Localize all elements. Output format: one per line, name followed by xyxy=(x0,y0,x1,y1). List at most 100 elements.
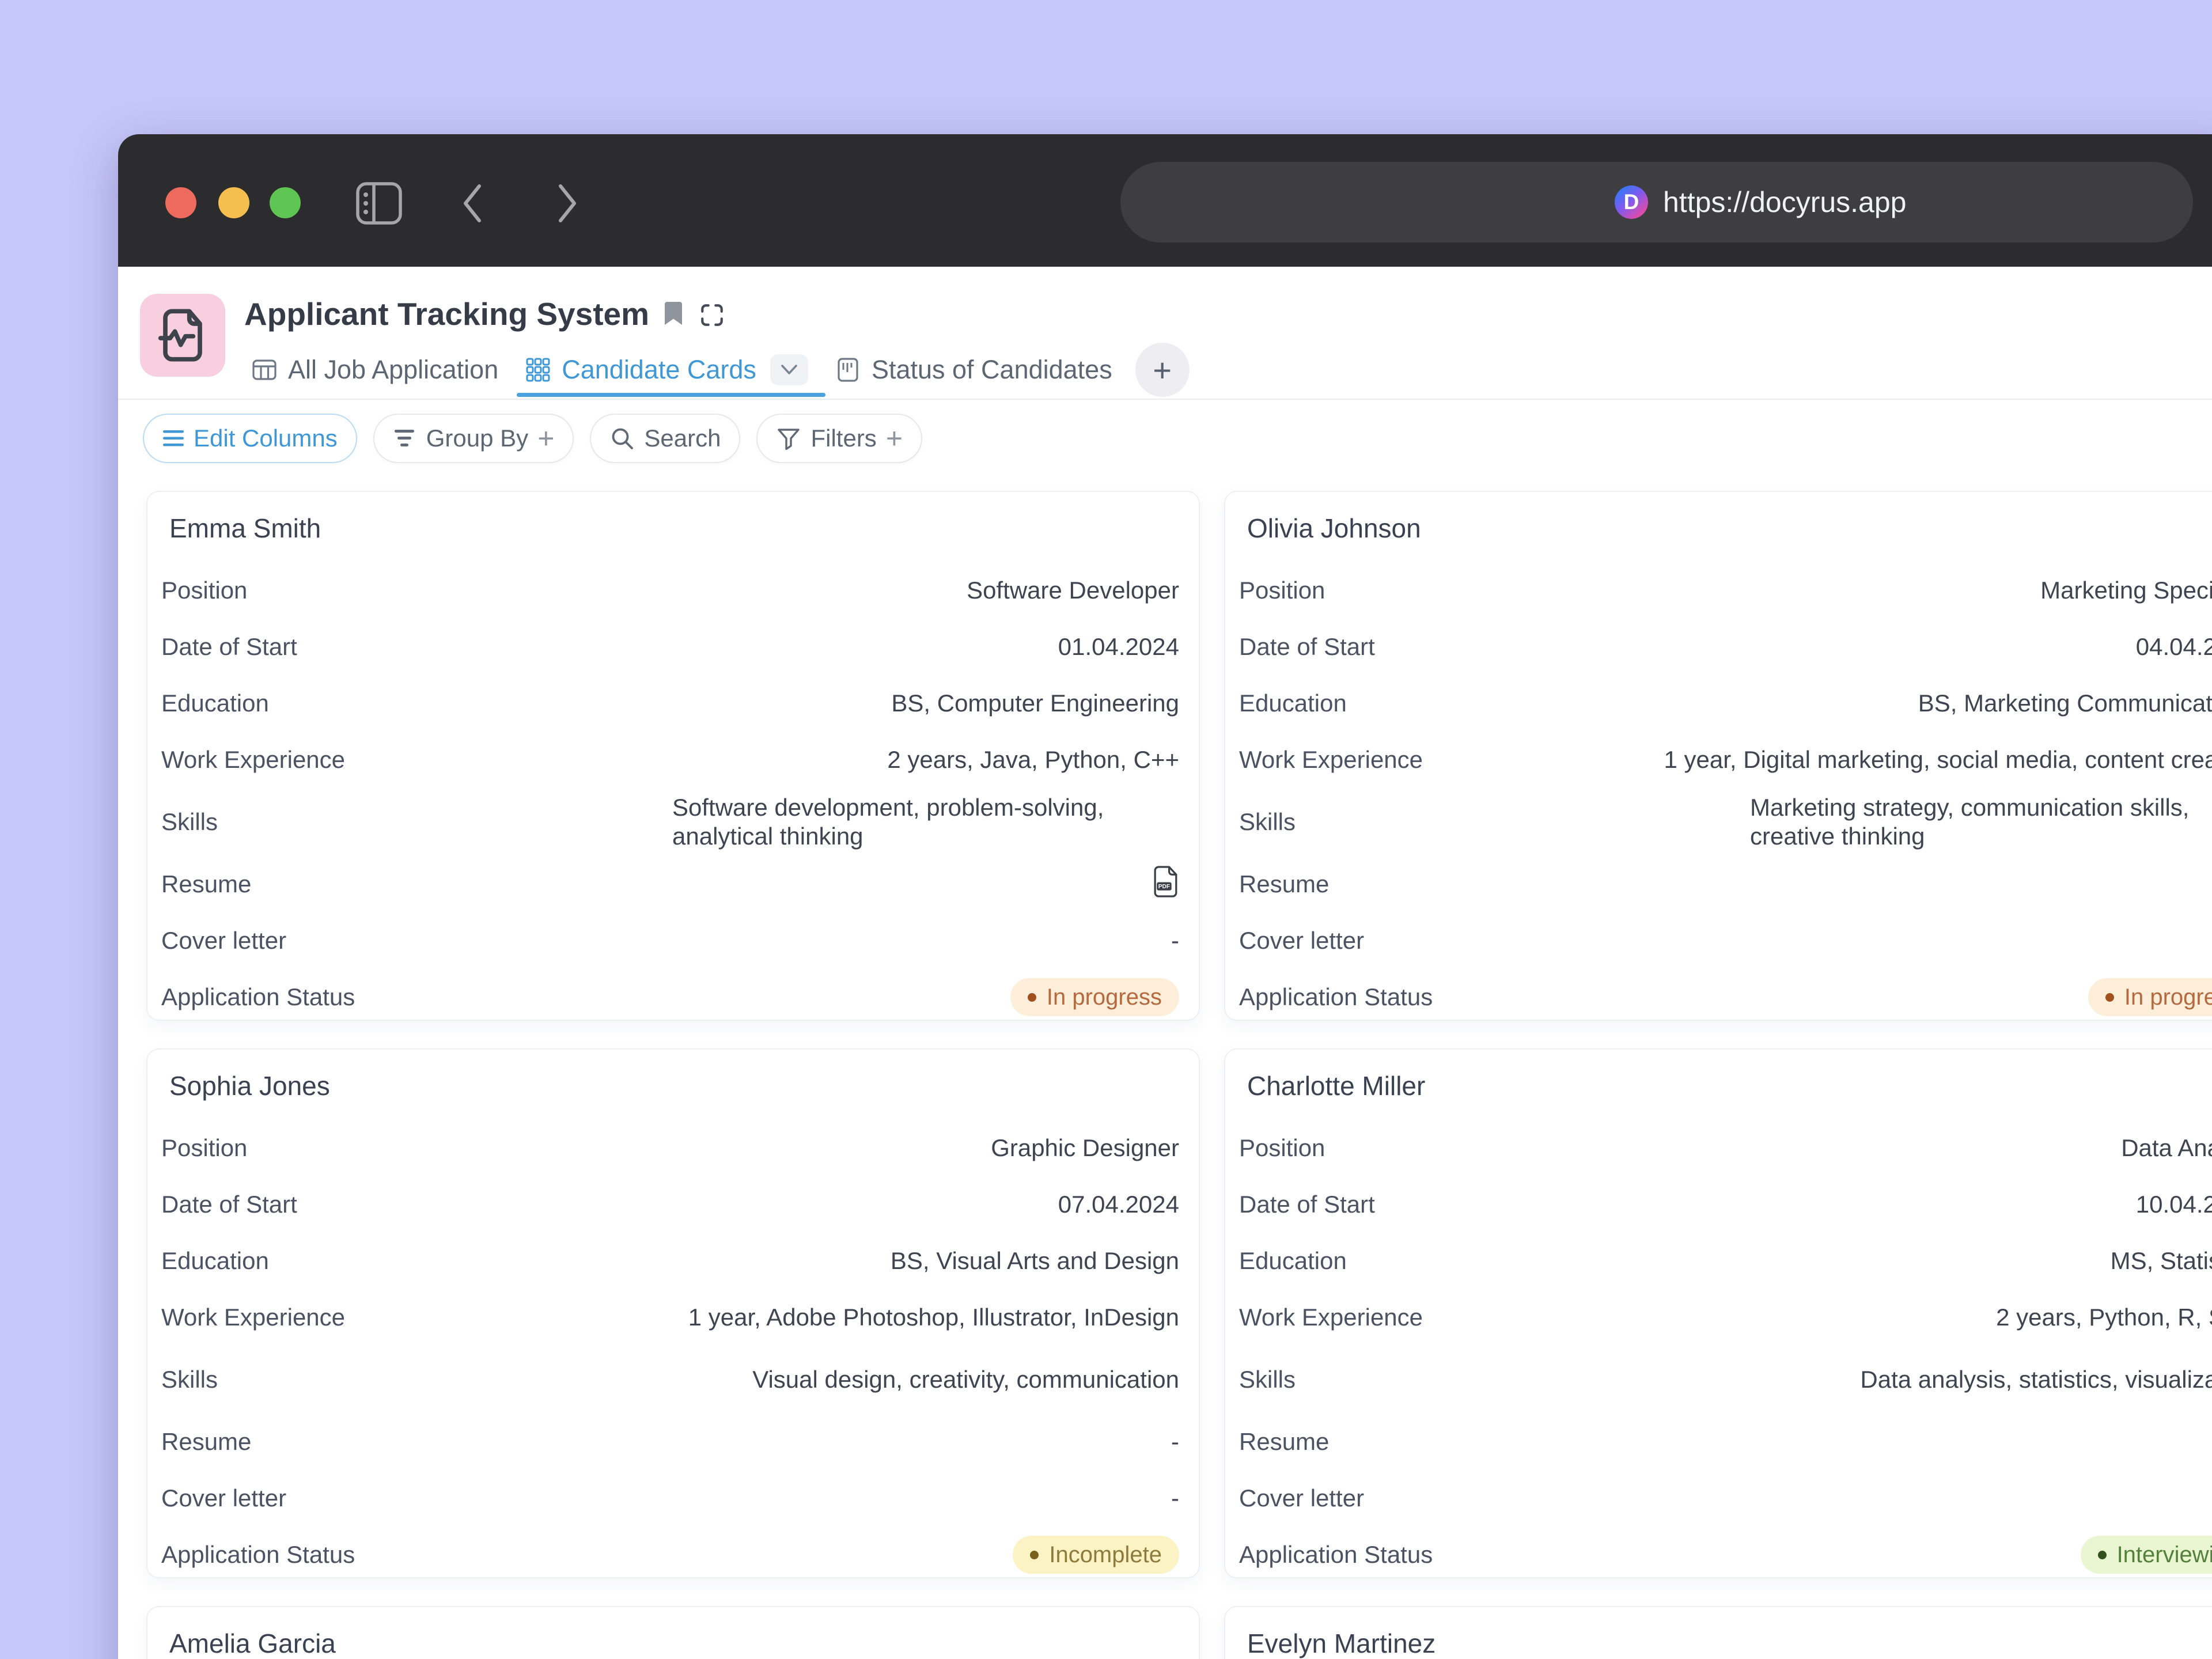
field-value: 2 years, Java, Python, C++ xyxy=(887,746,1179,773)
tab-all-job-application[interactable]: All Job Application xyxy=(251,355,498,385)
url-text: https://docyrus.app xyxy=(1663,186,1907,218)
field-label: Resume xyxy=(1239,870,1330,897)
field-value: Marketing Specialist xyxy=(2040,577,2212,604)
field-value: 1 year, Digital marketing, social media,… xyxy=(1664,746,2212,773)
button-label: Group By xyxy=(426,425,529,452)
field-label: Cover letter xyxy=(1239,927,1365,954)
field-value: Software development, problem-solving, a… xyxy=(672,794,1104,850)
field-label: Date of Start xyxy=(1239,633,1375,660)
svg-text:PDF: PDF xyxy=(1158,884,1170,890)
app-page: Applicant Tracking System All Job Applic… xyxy=(118,267,2212,1659)
field-value: 01.04.2024 xyxy=(1058,633,1179,660)
candidate-name: Sophia Jones xyxy=(169,1071,330,1101)
toolbar: Edit Columns Group By + Search Filters + xyxy=(143,414,923,463)
field-row-resume: Resume xyxy=(1225,1414,2212,1470)
edit-columns-button[interactable]: Edit Columns xyxy=(143,414,357,463)
field-label: Position xyxy=(1239,1134,1325,1161)
field-label: Work Experience xyxy=(1239,746,1423,773)
field-label: Resume xyxy=(161,870,252,897)
status-label: Incomplete xyxy=(1049,1541,1162,1567)
status-dot xyxy=(2105,993,2114,1002)
maximize-window-button[interactable] xyxy=(270,187,301,218)
field-label: Application Status xyxy=(1239,983,1433,1010)
status-dot xyxy=(2097,1550,2107,1559)
candidate-card[interactable]: Charlotte Miller Position Data Analyst Dat… xyxy=(1224,1048,2212,1578)
button-label: Search xyxy=(644,425,721,452)
document-pulse-icon xyxy=(158,309,202,362)
search-icon xyxy=(612,428,634,449)
tab-label: Status of Candidates xyxy=(871,355,1112,384)
field-row-skills: Skills Marketing strategy, communication … xyxy=(1225,788,2212,856)
expand-icon[interactable] xyxy=(699,302,725,331)
columns-list-icon xyxy=(163,430,184,446)
card-rows: Position Data Analyst Date of Start 10.04.2… xyxy=(1225,1120,2212,1577)
cards-grid-icon xyxy=(526,358,550,382)
field-label: Date of Start xyxy=(161,1191,297,1218)
candidate-card[interactable]: Sophia Jones Position Graphic Designer Dat… xyxy=(146,1048,1200,1578)
field-label: Application Status xyxy=(1239,1541,1433,1568)
resume-pdf-link[interactable]: PDF xyxy=(1152,865,1179,903)
field-row-date-of-start: Date of Start 04.04.2024 xyxy=(1225,619,2212,675)
field-row-date-of-start: Date of Start 01.04.2024 xyxy=(147,619,1199,675)
candidate-card[interactable]: Olivia Johnson Position Marketing Special… xyxy=(1224,491,2212,1021)
field-row-cover-letter: Cover letter - xyxy=(147,912,1199,969)
tab-candidate-cards[interactable]: Candidate Cards xyxy=(517,354,825,397)
status-badge: In progress xyxy=(1010,978,1179,1016)
tab-dropdown-button[interactable] xyxy=(770,354,808,385)
card-rows: Position Marketing Specialist Date of Star… xyxy=(1225,562,2212,1020)
field-row-position: Position Software Developer xyxy=(147,562,1199,619)
tab-label: All Job Application xyxy=(288,355,499,384)
field-value: Visual design, creativity, communication xyxy=(752,1366,1179,1393)
field-value: MS, Statistics xyxy=(2110,1247,2212,1274)
cards-grid: Emma Smith Position Software Developer Dat… xyxy=(146,491,2212,1659)
forward-button[interactable] xyxy=(541,177,593,229)
back-button[interactable] xyxy=(446,177,498,229)
tab-status-of-candidates[interactable]: Status of Candidates xyxy=(835,355,1112,385)
field-row-education: Education BS, Marketing Communications xyxy=(1225,675,2212,732)
group-by-button[interactable]: Group By + xyxy=(373,414,574,463)
field-label: Cover letter xyxy=(161,1484,287,1512)
field-row-application-status: Application Status In progress xyxy=(1225,969,2212,1020)
sidebar-toggle-icon[interactable] xyxy=(353,177,405,229)
field-row-date-of-start: Date of Start 07.04.2024 xyxy=(147,1176,1199,1233)
field-label: Education xyxy=(161,1247,269,1274)
field-value: BS, Computer Engineering xyxy=(891,690,1179,717)
url-content: D https://docyrus.app xyxy=(1615,162,1906,243)
field-row-resume: Resume PDF xyxy=(147,856,1199,912)
candidate-card[interactable]: Emma Smith Position Software Developer Dat… xyxy=(146,491,1200,1021)
field-value: Software Developer xyxy=(967,577,1179,604)
button-label: Edit Columns xyxy=(194,425,338,452)
card-rows: Position Software Developer Date of Start 0… xyxy=(147,562,1199,1020)
field-row-position: Position Marketing Specialist xyxy=(1225,562,2212,619)
field-label: Cover letter xyxy=(1239,1484,1365,1512)
field-label: Date of Start xyxy=(1239,1191,1375,1218)
field-row-resume: Resume xyxy=(1225,856,2212,912)
search-button[interactable]: Search xyxy=(590,414,741,463)
field-value: - xyxy=(1171,927,1179,954)
candidate-card[interactable]: Amelia Garcia xyxy=(146,1606,1200,1659)
filters-button[interactable]: Filters + xyxy=(756,414,923,463)
field-row-cover-letter: Cover letter - xyxy=(147,1470,1199,1527)
field-label: Work Experience xyxy=(161,746,346,773)
field-value: Data Analyst xyxy=(2121,1134,2212,1161)
field-value: Graphic Designer xyxy=(991,1134,1179,1161)
page-title: Applicant Tracking System xyxy=(244,296,649,332)
view-tabs: All Job Application Candidate Cards Stat… xyxy=(251,343,1190,397)
candidate-card[interactable]: Evelyn Martinez xyxy=(1224,1606,2212,1659)
candidate-name: Emma Smith xyxy=(169,513,321,543)
field-label: Skills xyxy=(1239,1366,1296,1393)
pdf-file-icon: PDF xyxy=(1154,865,1177,897)
field-label: Work Experience xyxy=(161,1304,346,1331)
status-dot xyxy=(1030,1550,1039,1559)
close-window-button[interactable] xyxy=(165,187,196,218)
field-label: Education xyxy=(1239,1247,1347,1274)
field-row-work-experience: Work Experience 2 years, Python, R, SQL xyxy=(1225,1289,2212,1346)
bookmark-icon[interactable] xyxy=(662,300,684,330)
minimize-window-button[interactable] xyxy=(218,187,249,218)
status-label: In progress xyxy=(1046,984,1162,1010)
field-value: BS, Marketing Communications xyxy=(1918,690,2212,717)
field-label: Education xyxy=(161,690,269,717)
field-label: Resume xyxy=(1239,1428,1330,1455)
add-view-button[interactable]: + xyxy=(1135,343,1190,397)
candidate-name: Olivia Johnson xyxy=(1247,513,1421,543)
